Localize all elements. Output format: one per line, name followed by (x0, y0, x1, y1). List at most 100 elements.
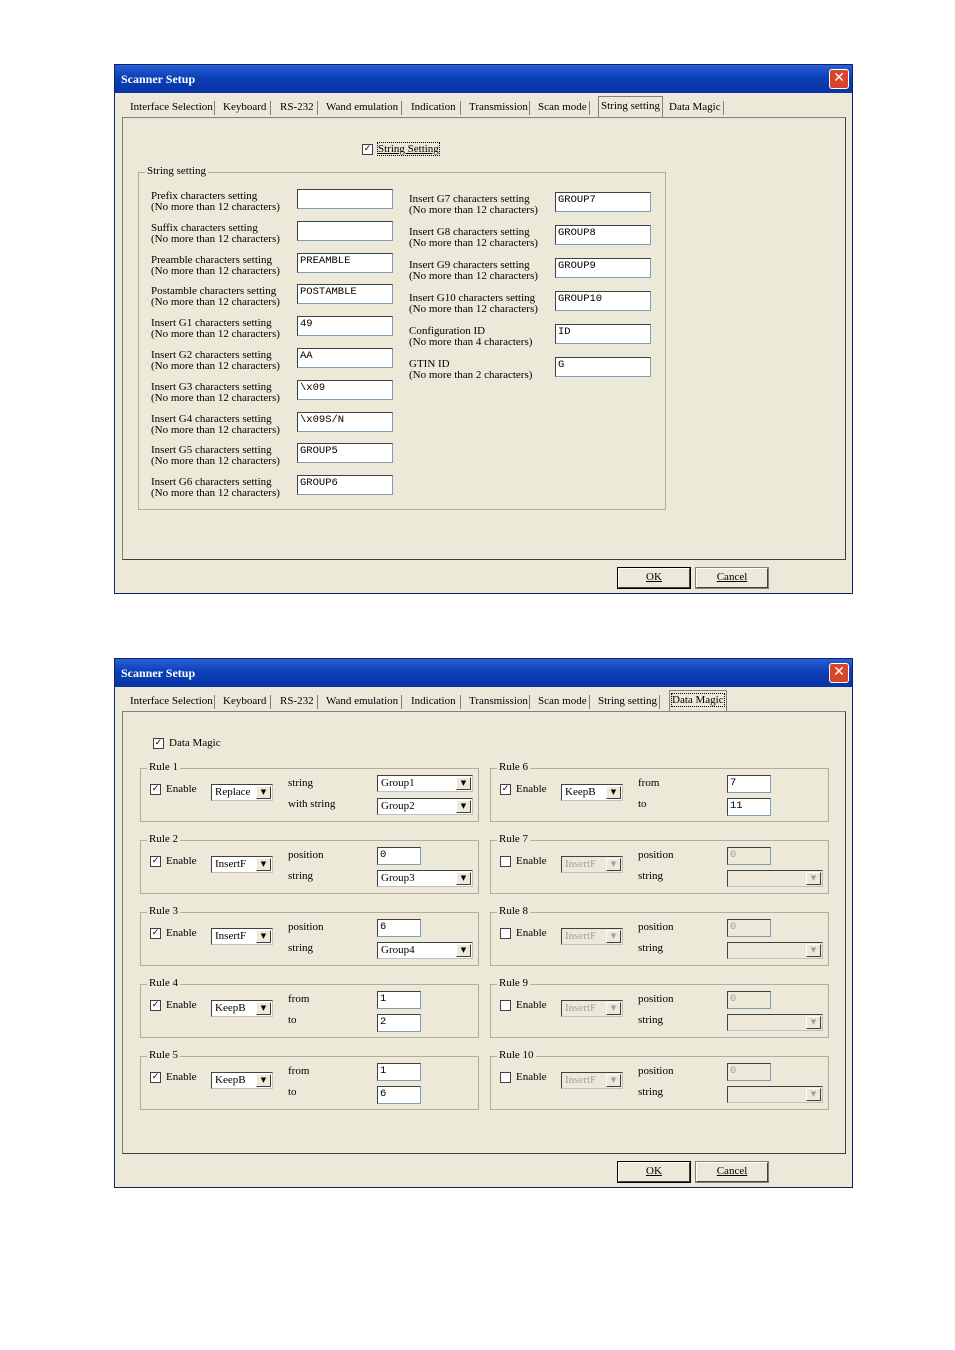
rule-value-input[interactable]: 11 (727, 798, 771, 816)
tab-wand-emulation[interactable]: Wand emulation (326, 693, 402, 710)
string-field-input[interactable]: \x09 (297, 379, 393, 400)
string-field-input[interactable] (297, 220, 393, 241)
rule-mode-dropdown[interactable]: KeepB ▼ (211, 1000, 273, 1017)
string-field-input[interactable]: AA (297, 348, 393, 368)
rule-value-input[interactable]: 0 (727, 847, 771, 865)
string-field-input[interactable]: POSTAMBLE (297, 284, 393, 305)
rule-mode-dropdown[interactable]: InsertF ▼ (561, 928, 623, 945)
ok-button[interactable]: OK (617, 567, 691, 589)
string-field-input[interactable]: GROUP7 (555, 192, 651, 212)
rule-enable-label[interactable]: Enable (166, 783, 197, 795)
chevron-down-icon[interactable]: ▼ (606, 1002, 621, 1015)
rule-string-dropdown[interactable]: Group2 ▼ (377, 798, 473, 815)
tab-scan-mode[interactable]: Scan mode (538, 693, 590, 710)
tab-transmission[interactable]: Transmission (469, 693, 530, 710)
chevron-down-icon[interactable]: ▼ (256, 858, 271, 871)
cancel-button[interactable]: Cancel (695, 567, 769, 589)
tab-transmission[interactable]: Transmission (469, 99, 530, 116)
tab-rs-232[interactable]: RS-232 (280, 99, 318, 116)
rule-enable-label[interactable]: Enable (516, 1071, 547, 1083)
rule-enable-checkbox[interactable] (500, 856, 511, 867)
string-field-input[interactable]: GROUP9 (555, 258, 651, 278)
title-bar[interactable]: Scanner Setup ✕ (115, 659, 852, 687)
chevron-down-icon[interactable]: ▼ (456, 944, 471, 957)
rule-string-dropdown[interactable]: Group1 ▼ (377, 775, 473, 792)
chevron-down-icon[interactable]: ▼ (806, 1088, 821, 1101)
chevron-down-icon[interactable]: ▼ (806, 944, 821, 957)
rule-value-input[interactable]: 7 (727, 775, 771, 793)
tab-wand-emulation[interactable]: Wand emulation (326, 99, 402, 116)
chevron-down-icon[interactable]: ▼ (256, 1074, 271, 1087)
close-icon[interactable]: ✕ (829, 69, 849, 89)
rule-enable-checkbox[interactable]: ✓ (150, 928, 161, 939)
rule-enable-label[interactable]: Enable (516, 855, 547, 867)
string-setting-label[interactable]: String Setting (377, 142, 440, 156)
rule-enable-checkbox[interactable] (500, 928, 511, 939)
rule-string-dropdown[interactable]: Group3 ▼ (377, 870, 473, 887)
string-field-input[interactable]: \x09S/N (297, 411, 393, 432)
chevron-down-icon[interactable]: ▼ (606, 786, 621, 799)
string-field-input[interactable] (297, 189, 393, 209)
string-field-input[interactable]: GROUP8 (555, 225, 651, 245)
rule-mode-dropdown[interactable]: InsertF ▼ (561, 1072, 623, 1089)
tab-rs-232[interactable]: RS-232 (280, 693, 318, 710)
tab-data-magic[interactable]: Data Magic (669, 690, 727, 711)
rule-value-input[interactable]: 2 (377, 1014, 421, 1032)
rule-enable-checkbox[interactable]: ✓ (500, 784, 511, 795)
rule-enable-label[interactable]: Enable (166, 927, 197, 939)
rule-value-input[interactable]: 6 (377, 919, 421, 937)
chevron-down-icon[interactable]: ▼ (256, 930, 271, 943)
chevron-down-icon[interactable]: ▼ (256, 1002, 271, 1015)
chevron-down-icon[interactable]: ▼ (606, 930, 621, 943)
rule-mode-dropdown[interactable]: KeepB ▼ (211, 1072, 273, 1089)
chevron-down-icon[interactable]: ▼ (606, 858, 621, 871)
data-magic-checkbox[interactable]: ✓ (153, 738, 164, 749)
rule-mode-dropdown[interactable]: KeepB ▼ (561, 784, 623, 801)
rule-enable-label[interactable]: Enable (166, 855, 197, 867)
tab-keyboard[interactable]: Keyboard (223, 693, 271, 710)
tab-interface-selection[interactable]: Interface Selection (130, 99, 215, 116)
rule-string-dropdown[interactable]: ▼ (727, 1086, 823, 1103)
data-magic-label[interactable]: Data Magic (169, 737, 221, 749)
rule-string-dropdown[interactable]: ▼ (727, 1014, 823, 1031)
string-field-input[interactable]: ID (555, 324, 651, 344)
rule-mode-dropdown[interactable]: InsertF ▼ (211, 928, 273, 945)
rule-value-input[interactable]: 6 (377, 1086, 421, 1104)
chevron-down-icon[interactable]: ▼ (806, 872, 821, 885)
rule-enable-label[interactable]: Enable (516, 783, 547, 795)
rule-string-dropdown[interactable]: ▼ (727, 870, 823, 887)
title-bar[interactable]: Scanner Setup ✕ (115, 65, 852, 93)
rule-mode-dropdown[interactable]: InsertF ▼ (211, 856, 273, 873)
rule-enable-label[interactable]: Enable (166, 1071, 197, 1083)
tab-keyboard[interactable]: Keyboard (223, 99, 271, 116)
rule-mode-dropdown[interactable]: InsertF ▼ (561, 856, 623, 873)
chevron-down-icon[interactable]: ▼ (456, 872, 471, 885)
string-field-input[interactable]: GROUP10 (555, 291, 651, 311)
chevron-down-icon[interactable]: ▼ (256, 786, 271, 799)
rule-mode-dropdown[interactable]: Replace ▼ (211, 784, 273, 801)
cancel-button[interactable]: Cancel (695, 1161, 769, 1183)
rule-value-input[interactable]: 1 (377, 1063, 421, 1081)
chevron-down-icon[interactable]: ▼ (456, 777, 471, 790)
tab-interface-selection[interactable]: Interface Selection (130, 693, 215, 710)
rule-enable-label[interactable]: Enable (166, 999, 197, 1011)
close-icon[interactable]: ✕ (829, 663, 849, 683)
rule-string-dropdown[interactable]: ▼ (727, 942, 823, 959)
tab-string-setting[interactable]: String setting (598, 693, 660, 710)
string-field-input[interactable]: 49 (297, 316, 393, 337)
string-field-input[interactable]: GROUP5 (297, 443, 393, 464)
string-field-input[interactable]: G (555, 357, 651, 377)
rule-enable-checkbox[interactable]: ✓ (150, 1072, 161, 1083)
chevron-down-icon[interactable]: ▼ (806, 1016, 821, 1029)
chevron-down-icon[interactable]: ▼ (456, 800, 471, 813)
tab-scan-mode[interactable]: Scan mode (538, 99, 590, 116)
rule-enable-checkbox[interactable]: ✓ (150, 1000, 161, 1011)
rule-enable-checkbox[interactable] (500, 1072, 511, 1083)
tab-data-magic[interactable]: Data Magic (669, 99, 724, 116)
rule-string-dropdown[interactable]: Group4 ▼ (377, 942, 473, 959)
tab-string-setting[interactable]: String setting (598, 96, 663, 117)
tab-indication[interactable]: Indication (411, 693, 461, 710)
rule-enable-checkbox[interactable] (500, 1000, 511, 1011)
rule-value-input[interactable]: 0 (727, 991, 771, 1009)
rule-enable-checkbox[interactable]: ✓ (150, 856, 161, 867)
